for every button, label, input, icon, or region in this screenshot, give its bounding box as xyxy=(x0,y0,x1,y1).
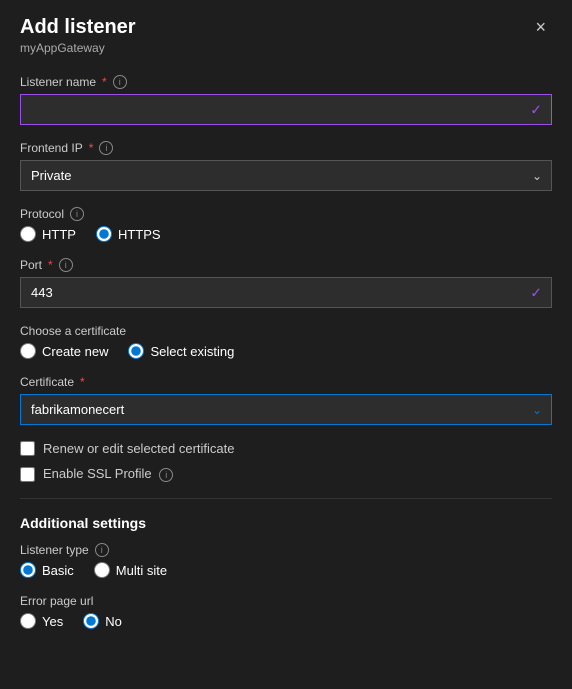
listener-name-input[interactable]: myAGListenerhttps xyxy=(20,94,552,125)
listener-type-radio-group: Basic Multi site xyxy=(20,562,552,578)
port-group: Port * i 443 ✓ xyxy=(20,258,552,308)
protocol-https-label: HTTPS xyxy=(118,227,161,242)
choose-cert-label: Choose a certificate xyxy=(20,324,552,338)
listener-type-info-icon: i xyxy=(95,543,109,557)
yes-radio[interactable] xyxy=(20,613,36,629)
additional-settings-section: Additional settings Listener type i Basi… xyxy=(20,515,552,629)
required-marker: * xyxy=(80,375,85,389)
frontend-ip-group: Frontend IP * i Private ⌄ xyxy=(20,141,552,191)
multisite-radio[interactable] xyxy=(94,562,110,578)
port-label: Port * i xyxy=(20,258,552,272)
basic-radio[interactable] xyxy=(20,562,36,578)
no-radio[interactable] xyxy=(83,613,99,629)
enable-ssl-checkbox-group: Enable SSL Profile i xyxy=(20,466,552,482)
multisite-option[interactable]: Multi site xyxy=(94,562,167,578)
certificate-group: Certificate * fabrikamonecert ⌄ xyxy=(20,375,552,425)
protocol-radio-group: HTTP HTTPS xyxy=(20,226,552,242)
protocol-https-option[interactable]: HTTPS xyxy=(96,226,161,242)
listener-type-label: Listener type i xyxy=(20,543,552,557)
protocol-http-radio[interactable] xyxy=(20,226,36,242)
enable-ssl-info-icon: i xyxy=(159,468,173,482)
select-existing-label: Select existing xyxy=(150,344,234,359)
frontend-ip-select[interactable]: Private xyxy=(20,160,552,191)
renew-cert-checkbox-group: Renew or edit selected certificate xyxy=(20,441,552,456)
protocol-https-radio[interactable] xyxy=(96,226,112,242)
basic-option[interactable]: Basic xyxy=(20,562,74,578)
additional-settings-title: Additional settings xyxy=(20,515,552,531)
listener-type-group: Listener type i Basic Multi site xyxy=(20,543,552,578)
panel-header: Add listener myAppGateway × xyxy=(0,0,572,63)
yes-label: Yes xyxy=(42,614,63,629)
frontend-ip-label: Frontend IP * i xyxy=(20,141,552,155)
port-wrapper: 443 ✓ xyxy=(20,277,552,308)
renew-cert-checkbox[interactable] xyxy=(20,441,35,456)
no-option[interactable]: No xyxy=(83,613,122,629)
panel-title: Add listener xyxy=(20,16,136,39)
header-text: Add listener myAppGateway xyxy=(20,16,136,55)
protocol-info-icon: i xyxy=(70,207,84,221)
enable-ssl-label[interactable]: Enable SSL Profile i xyxy=(43,466,173,482)
port-info-icon: i xyxy=(59,258,73,272)
listener-name-info-icon: i xyxy=(113,75,127,89)
certificate-label: Certificate * xyxy=(20,375,552,389)
basic-label: Basic xyxy=(42,563,74,578)
cert-radio-group: Create new Select existing xyxy=(20,343,552,359)
renew-cert-label[interactable]: Renew or edit selected certificate xyxy=(43,441,234,456)
error-page-url-group: Error page url Yes No xyxy=(20,594,552,629)
protocol-label: Protocol i xyxy=(20,207,552,221)
add-listener-panel: Add listener myAppGateway × Listener nam… xyxy=(0,0,572,689)
listener-name-group: Listener name * i myAGListenerhttps ✓ xyxy=(20,75,552,125)
required-marker: * xyxy=(102,75,107,89)
yes-option[interactable]: Yes xyxy=(20,613,63,629)
section-divider xyxy=(20,498,552,499)
frontend-ip-wrapper: Private ⌄ xyxy=(20,160,552,191)
port-select[interactable]: 443 xyxy=(20,277,552,308)
panel-body: Listener name * i myAGListenerhttps ✓ Fr… xyxy=(0,63,572,665)
protocol-http-option[interactable]: HTTP xyxy=(20,226,76,242)
required-marker: * xyxy=(48,258,53,272)
choose-cert-group: Choose a certificate Create new Select e… xyxy=(20,324,552,359)
panel-subtitle: myAppGateway xyxy=(20,41,136,55)
no-label: No xyxy=(105,614,122,629)
error-page-radio-group: Yes No xyxy=(20,613,552,629)
protocol-group: Protocol i HTTP HTTPS xyxy=(20,207,552,242)
certificate-select[interactable]: fabrikamonecert xyxy=(20,394,552,425)
select-existing-option[interactable]: Select existing xyxy=(128,343,234,359)
frontend-ip-info-icon: i xyxy=(99,141,113,155)
create-new-option[interactable]: Create new xyxy=(20,343,108,359)
enable-ssl-checkbox[interactable] xyxy=(20,467,35,482)
certificate-wrapper: fabrikamonecert ⌄ xyxy=(20,394,552,425)
create-new-radio[interactable] xyxy=(20,343,36,359)
multisite-label: Multi site xyxy=(116,563,167,578)
error-page-url-label: Error page url xyxy=(20,594,552,608)
listener-name-label: Listener name * i xyxy=(20,75,552,89)
close-button[interactable]: × xyxy=(529,16,552,38)
protocol-http-label: HTTP xyxy=(42,227,76,242)
create-new-label: Create new xyxy=(42,344,108,359)
select-existing-radio[interactable] xyxy=(128,343,144,359)
required-marker: * xyxy=(89,141,94,155)
listener-name-wrapper: myAGListenerhttps ✓ xyxy=(20,94,552,125)
